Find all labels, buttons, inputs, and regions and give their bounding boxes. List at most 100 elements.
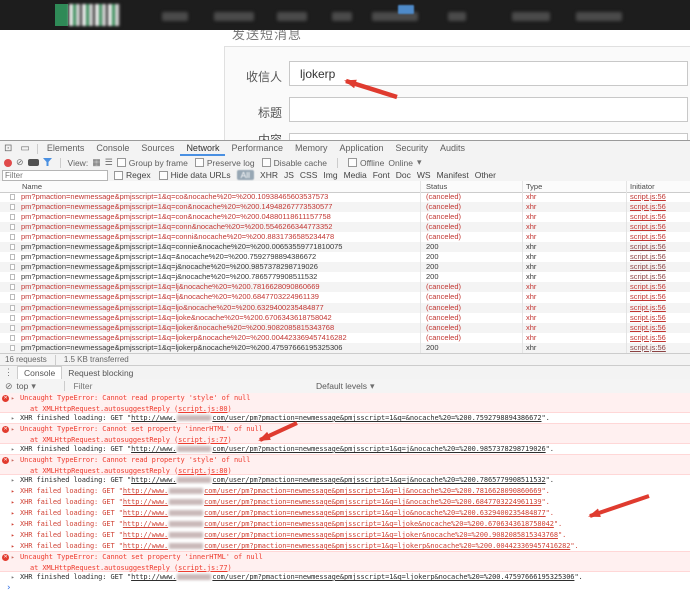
- type-filter-ws[interactable]: WS: [417, 170, 431, 180]
- nav-item-blurred[interactable]: [214, 12, 254, 21]
- type-filter-xhr[interactable]: XHR: [260, 170, 278, 180]
- network-request-row[interactable]: pm?pmaction=newmessage&pmjsscript=1&q=co…: [0, 242, 690, 252]
- tab-console[interactable]: Console: [90, 141, 135, 156]
- console-xhr-message[interactable]: ▸XHR finished loading: GET "http://www.c…: [0, 572, 690, 583]
- tab-performance[interactable]: Performance: [225, 141, 289, 156]
- tab-elements[interactable]: Elements: [41, 141, 91, 156]
- column-header-initiator[interactable]: Initiator: [630, 181, 655, 192]
- tab-application[interactable]: Application: [334, 141, 390, 156]
- column-divider[interactable]: [626, 181, 627, 353]
- column-divider[interactable]: [522, 181, 523, 353]
- source-location-link[interactable]: script.js:80: [178, 467, 227, 475]
- request-initiator-link[interactable]: script.js:56: [630, 343, 666, 353]
- expand-triangle-icon[interactable]: ▸: [11, 425, 15, 436]
- request-initiator-link[interactable]: script.js:56: [630, 323, 666, 333]
- type-filter-other[interactable]: Other: [475, 170, 496, 180]
- request-initiator-link[interactable]: script.js:56: [630, 313, 666, 323]
- console-error-message[interactable]: ✕ ▸ Uncaught TypeError: Cannot set prope…: [0, 551, 690, 572]
- clear-console-icon[interactable]: ⊘: [5, 382, 13, 391]
- request-url-link[interactable]: http://www.com/user/pm?pmaction=newmessa…: [131, 476, 546, 484]
- console-xhr-message[interactable]: ▸XHR failed loading: GET "http://www.com…: [0, 530, 690, 541]
- type-filter-doc[interactable]: Doc: [396, 170, 411, 180]
- nav-item-blurred[interactable]: [448, 12, 466, 21]
- request-initiator-link[interactable]: script.js:56: [630, 282, 666, 292]
- request-url-link[interactable]: http://www.com/user/pm?pmaction=newmessa…: [131, 445, 546, 453]
- request-url-link[interactable]: http://www.com/user/pm?pmaction=newmessa…: [131, 414, 541, 422]
- network-request-row[interactable]: pm?pmaction=newmessage&pmjsscript=1&q=co…: [0, 202, 690, 212]
- request-url-link[interactable]: http://www.com/user/pm?pmaction=newmessa…: [123, 487, 542, 495]
- console-xhr-message[interactable]: ▸XHR finished loading: GET "http://www.c…: [0, 475, 690, 486]
- network-request-row[interactable]: pm?pmaction=newmessage&pmjsscript=1&q=co…: [0, 192, 690, 202]
- app-logo[interactable]: [55, 4, 121, 26]
- checkbox-group-by-frame[interactable]: Group by frame: [117, 158, 188, 168]
- record-icon[interactable]: [4, 159, 12, 167]
- inspect-element-icon[interactable]: ⊡: [0, 143, 16, 154]
- request-url-link[interactable]: http://www.com/user/pm?pmaction=newmessa…: [123, 498, 542, 506]
- type-filter-all[interactable]: All: [237, 170, 254, 180]
- request-initiator-link[interactable]: script.js:56: [630, 252, 666, 262]
- nav-item-blurred[interactable]: [576, 12, 622, 21]
- source-location-link[interactable]: script.js:77: [178, 564, 227, 572]
- network-request-row[interactable]: pm?pmaction=newmessage&pmjsscript=1&q=lj…: [0, 323, 690, 333]
- network-request-row[interactable]: pm?pmaction=newmessage&pmjsscript=1&q=lj…: [0, 282, 690, 292]
- expand-triangle-icon[interactable]: ▸: [11, 508, 15, 519]
- network-filter-input[interactable]: [2, 170, 108, 181]
- console-error-message[interactable]: ✕ ▸ Uncaught TypeError: Cannot read prop…: [0, 454, 690, 475]
- expand-triangle-icon[interactable]: ▸: [11, 486, 15, 497]
- expand-triangle-icon[interactable]: ▸: [11, 475, 15, 486]
- request-initiator-link[interactable]: script.js:56: [630, 192, 666, 202]
- checkbox-regex[interactable]: Regex: [114, 170, 151, 180]
- console-error-message[interactable]: ✕ ▸ Uncaught TypeError: Cannot set prope…: [0, 423, 690, 444]
- expand-triangle-icon[interactable]: ▸: [11, 394, 15, 405]
- source-location-link[interactable]: script.js:80: [178, 405, 227, 413]
- request-url-link[interactable]: http://www.com/user/pm?pmaction=newmessa…: [131, 573, 574, 581]
- type-filter-img[interactable]: Img: [323, 170, 337, 180]
- type-filter-media[interactable]: Media: [344, 170, 367, 180]
- clear-icon[interactable]: ⊘: [16, 158, 24, 167]
- expand-triangle-icon[interactable]: ▸: [11, 572, 15, 583]
- request-url-link[interactable]: http://www.com/user/pm?pmaction=newmessa…: [123, 509, 546, 517]
- checkbox-preserve-log[interactable]: Preserve log: [195, 158, 255, 168]
- network-request-row[interactable]: pm?pmaction=newmessage&pmjsscript=1&q=j&…: [0, 262, 690, 272]
- drawer-tab-console[interactable]: Console: [17, 366, 62, 379]
- expand-triangle-icon[interactable]: ▸: [11, 553, 15, 564]
- request-initiator-link[interactable]: script.js:56: [630, 272, 666, 282]
- drawer-tab-request-blocking[interactable]: Request blocking: [62, 367, 139, 379]
- nav-item-blurred[interactable]: [277, 12, 307, 21]
- type-filter-css[interactable]: CSS: [300, 170, 317, 180]
- expand-triangle-icon[interactable]: ▸: [11, 456, 15, 467]
- nav-item-blurred[interactable]: [162, 12, 188, 21]
- network-request-row[interactable]: pm?pmaction=newmessage&pmjsscript=1&q=lj…: [0, 313, 690, 323]
- network-request-row[interactable]: pm?pmaction=newmessage&pmjsscript=1&q=&n…: [0, 252, 690, 262]
- console-xhr-message[interactable]: ▸XHR failed loading: GET "http://www.com…: [0, 497, 690, 508]
- tab-network[interactable]: Network: [180, 141, 225, 156]
- filter-icon[interactable]: [43, 158, 53, 167]
- network-request-row[interactable]: pm?pmaction=newmessage&pmjsscript=1&q=lj…: [0, 303, 690, 313]
- checkbox-disable-cache[interactable]: Disable cache: [262, 158, 327, 168]
- device-toolbar-icon[interactable]: ▭: [16, 143, 33, 154]
- request-url-link[interactable]: http://www.com/user/pm?pmaction=newmessa…: [123, 520, 554, 528]
- nav-item-blurred[interactable]: [332, 12, 352, 21]
- network-request-row[interactable]: pm?pmaction=newmessage&pmjsscript=1&q=lj…: [0, 292, 690, 302]
- request-initiator-link[interactable]: script.js:56: [630, 333, 666, 343]
- request-initiator-link[interactable]: script.js:56: [630, 303, 666, 313]
- expand-triangle-icon[interactable]: ▸: [11, 519, 15, 530]
- drawer-menu-icon[interactable]: ⋮: [0, 367, 17, 378]
- checkbox-offline[interactable]: Offline: [348, 158, 384, 168]
- grid-view-icon[interactable]: ▦: [92, 158, 101, 167]
- console-xhr-message[interactable]: ▸XHR failed loading: GET "http://www.com…: [0, 486, 690, 497]
- console-error-message[interactable]: ✕ ▸ Uncaught TypeError: Cannot read prop…: [0, 393, 690, 413]
- expand-triangle-icon[interactable]: ▸: [11, 530, 15, 541]
- request-initiator-link[interactable]: script.js:56: [630, 212, 666, 222]
- request-initiator-link[interactable]: script.js:56: [630, 262, 666, 272]
- type-filter-js[interactable]: JS: [284, 170, 294, 180]
- request-initiator-link[interactable]: script.js:56: [630, 202, 666, 212]
- context-selector[interactable]: top ▾: [17, 381, 57, 391]
- nav-item-blurred[interactable]: [512, 12, 550, 21]
- request-url-link[interactable]: http://www.com/user/pm?pmaction=newmessa…: [123, 542, 570, 550]
- subject-input[interactable]: [289, 97, 688, 122]
- network-request-row[interactable]: pm?pmaction=newmessage&pmjsscript=1&q=lj…: [0, 333, 690, 343]
- network-request-row[interactable]: pm?pmaction=newmessage&pmjsscript=1&q=co…: [0, 232, 690, 242]
- chevron-down-icon[interactable]: ▾: [417, 158, 422, 167]
- source-location-link[interactable]: script.js:77: [178, 436, 227, 444]
